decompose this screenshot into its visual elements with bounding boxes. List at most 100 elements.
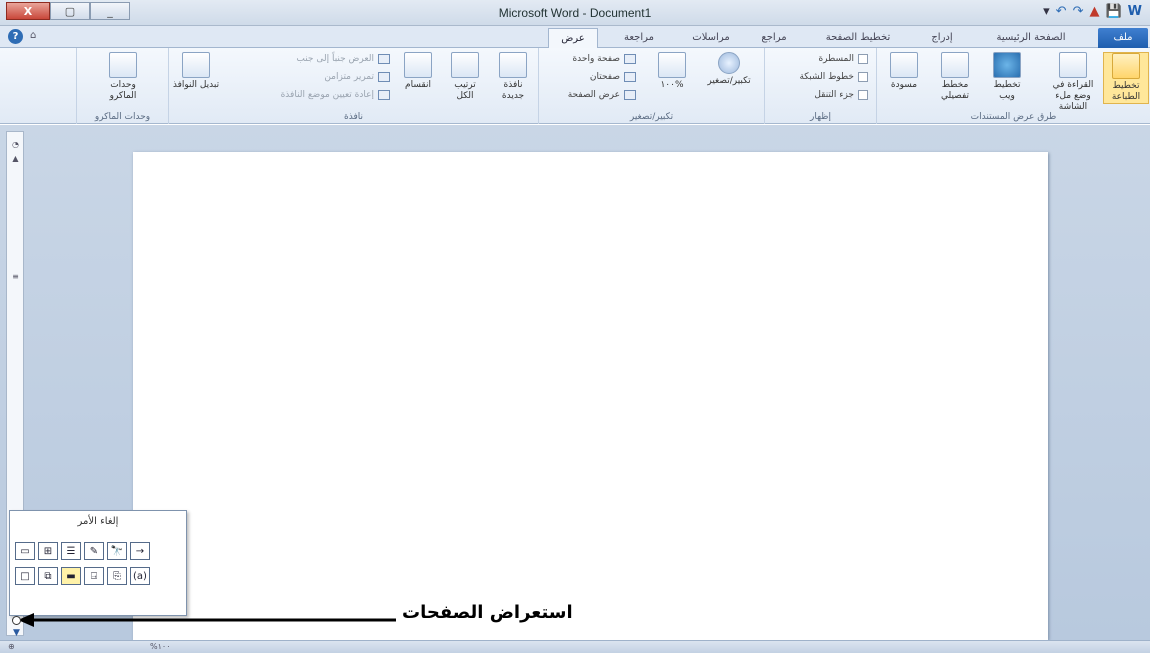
minimize-ribbon-icon[interactable]: ⌂: [30, 30, 36, 41]
macros-button[interactable]: وحدات الماكرو: [97, 52, 149, 104]
ruler-tab-icon[interactable]: ◔: [10, 140, 21, 149]
full-screen-reading-label: القراءة في وضع ملء الشاشة: [1052, 80, 1094, 112]
gridlines-label: خطوط الشبكة: [799, 72, 854, 82]
outline-icon: [941, 52, 969, 78]
side-by-side-button[interactable]: العرض جنباً إلى جنب: [296, 54, 390, 64]
switch-windows-label: تبديل النوافذ: [172, 80, 220, 90]
split-button[interactable]: انقسام: [397, 52, 439, 104]
tab-references[interactable]: مراجع: [752, 28, 796, 48]
zoom-100-label: ١٠٠%: [660, 80, 684, 90]
status-bar: ⊕ %١٠٠: [0, 640, 1150, 653]
tab-insert[interactable]: إدراج: [920, 28, 964, 48]
one-page-label: صفحة واحدة: [572, 54, 620, 64]
group-macros: وحدات الماكرو وحدات الماكرو: [76, 48, 168, 124]
browse-by-heading-button[interactable]: ☰: [61, 542, 81, 560]
ruler-checkbox[interactable]: المسطرة: [818, 54, 868, 64]
popup-row-1: ▭ ⊞ ☰ ✎ 🔭 →: [15, 542, 150, 560]
magnifier-icon: [718, 52, 740, 74]
group-label-window: نافذة: [344, 112, 363, 122]
document-page[interactable]: [133, 152, 1048, 640]
draft-button[interactable]: مسودة: [883, 52, 925, 104]
browse-by-edit-button[interactable]: ✎: [84, 542, 104, 560]
word-logo-icon: W: [1127, 4, 1142, 19]
font-color-icon[interactable]: ▲: [1089, 4, 1099, 19]
customize-qat-icon[interactable]: ▾: [1043, 4, 1050, 19]
macros-label: وحدات الماكرو: [109, 80, 137, 101]
browse-by-footnote-button[interactable]: ⍈: [84, 567, 104, 585]
browse-by-table-button[interactable]: ▭: [15, 542, 35, 560]
new-window-button[interactable]: نافذة جديدة: [491, 52, 535, 104]
web-layout-icon: [993, 52, 1021, 78]
zoom-100-button[interactable]: ١٠٠%: [651, 52, 693, 104]
web-layout-button[interactable]: تخطيط ويب: [987, 52, 1027, 104]
split-label: انقسام: [405, 80, 431, 90]
side-by-side-icon: [378, 54, 390, 64]
next-page-icon[interactable]: ▼: [13, 628, 20, 638]
sync-scroll-button[interactable]: تمرير متزامن: [324, 72, 390, 82]
browse-by-comment-button[interactable]: ▬: [61, 567, 81, 585]
group-label-views: طرق عرض المستندات: [970, 112, 1057, 122]
zoom-button[interactable]: تكبير/تصغير: [699, 52, 759, 104]
redo-icon[interactable]: ↷: [1073, 4, 1084, 19]
gridlines-checkbox[interactable]: خطوط الشبكة: [799, 72, 868, 82]
page-width-button[interactable]: عرض الصفحة: [568, 90, 636, 100]
gridlines-check-icon[interactable]: [858, 72, 868, 82]
nav-pane-checkbox[interactable]: جزء التنقل: [814, 90, 868, 100]
nav-pane-check-icon[interactable]: [858, 90, 868, 100]
group-window: نافذة جديدة ترتيب الكل انقسام العرض جنبا…: [168, 48, 538, 124]
print-layout-icon: [1112, 53, 1140, 79]
ribbon: تخطيط الطباعة القراءة في وضع ملء الشاشة …: [0, 48, 1150, 124]
popup-title: إلغاء الأمر: [77, 516, 119, 527]
tab-file[interactable]: ملف: [1098, 28, 1148, 48]
select-browse-object-button[interactable]: [12, 616, 21, 625]
split-icon: [404, 52, 432, 78]
tab-home[interactable]: الصفحة الرئيسية: [976, 28, 1086, 48]
browse-by-graphic-button[interactable]: ⊞: [38, 542, 58, 560]
browse-by-field-button[interactable]: (a): [130, 567, 150, 585]
nav-pane-label: جزء التنقل: [814, 90, 854, 100]
browse-object-popup: إلغاء الأمر ▭ ⊞ ☰ ✎ 🔭 → □ ⧉ ▬ ⍈ ⎘ (a): [9, 510, 187, 616]
tab-view[interactable]: عرض: [548, 28, 598, 48]
new-window-label: نافذة جديدة: [501, 80, 525, 101]
browse-by-page-button[interactable]: □: [15, 567, 35, 585]
browse-by-section-button[interactable]: ⧉: [38, 567, 58, 585]
popup-row-2: □ ⧉ ▬ ⍈ ⎘ (a): [15, 567, 150, 585]
switch-windows-button[interactable]: تبديل النوافذ: [171, 52, 221, 104]
tab-review[interactable]: مراجعة: [610, 28, 668, 48]
reset-position-button[interactable]: إعادة تعيين موضع النافذة: [281, 90, 390, 100]
two-pages-icon: [624, 72, 636, 82]
arrange-all-label: ترتيب الكل: [454, 80, 476, 101]
full-screen-reading-button[interactable]: القراءة في وضع ملء الشاشة: [1045, 52, 1101, 112]
print-layout-label: تخطيط الطباعة: [1111, 81, 1141, 102]
zoom-percent[interactable]: %١٠٠: [150, 642, 171, 651]
find-button[interactable]: 🔭: [107, 542, 127, 560]
zoom-100-icon: [658, 52, 686, 78]
group-show: المسطرة خطوط الشبكة جزء التنقل إظهار: [764, 48, 876, 124]
ruler-check-icon[interactable]: [858, 54, 868, 64]
group-label-macros: وحدات الماكرو: [94, 112, 151, 122]
tab-mailings[interactable]: مراسلات: [680, 28, 742, 48]
arrange-all-icon: [451, 52, 479, 78]
reset-position-icon: [378, 90, 390, 100]
group-zoom: تكبير/تصغير ١٠٠% صفحة واحدة صفحتان عرض ا…: [538, 48, 764, 124]
one-page-button[interactable]: صفحة واحدة: [572, 54, 636, 64]
outline-button[interactable]: مخطط تفصيلي: [933, 52, 977, 104]
tab-page-layout[interactable]: تخطيط الصفحة: [808, 28, 908, 48]
zoom-in-icon[interactable]: ⊕: [8, 642, 15, 651]
print-layout-button[interactable]: تخطيط الطباعة: [1103, 52, 1149, 104]
scroll-up-icon[interactable]: ▲: [10, 154, 21, 163]
ruler-grip-icon[interactable]: ≡: [10, 272, 21, 281]
go-to-button[interactable]: →: [130, 542, 150, 560]
help-icon[interactable]: ?: [8, 29, 23, 44]
two-pages-button[interactable]: صفحتان: [590, 72, 636, 82]
save-icon[interactable]: 💾: [1105, 4, 1121, 19]
reset-position-label: إعادة تعيين موضع النافذة: [280, 90, 374, 100]
full-screen-reading-icon: [1059, 52, 1087, 78]
undo-icon[interactable]: ↶: [1056, 4, 1067, 19]
arrange-all-button[interactable]: ترتيب الكل: [445, 52, 485, 104]
window-title: Microsoft Word - Document1: [498, 6, 652, 20]
browse-by-endnote-button[interactable]: ⎘: [107, 567, 127, 585]
web-layout-label: تخطيط ويب: [993, 80, 1021, 101]
annotation-label: استعراض الصفحات: [402, 602, 573, 623]
two-pages-label: صفحتان: [589, 72, 620, 82]
